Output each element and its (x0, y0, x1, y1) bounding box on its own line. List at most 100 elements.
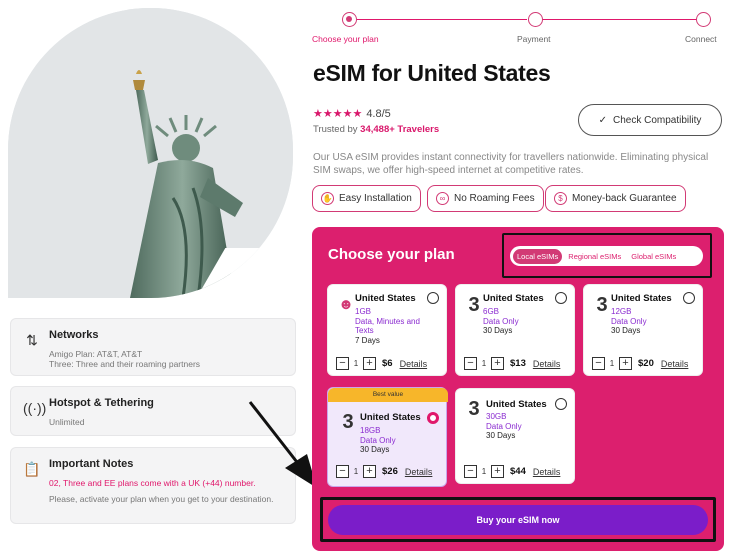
plan-days: 30 Days (483, 326, 513, 335)
rating-value: 4.8/5 (366, 107, 391, 120)
plan-days: 30 Days (611, 326, 641, 335)
details-link[interactable]: Details (661, 359, 689, 369)
checkout-stepper: Choose your plan Payment Connect (312, 10, 724, 50)
details-link[interactable]: Details (400, 359, 428, 369)
plan-features: 18GB Data Only 30 Days (360, 426, 396, 455)
quantity-stepper: − 1 + $26 Details (336, 465, 432, 478)
step-connect-dot[interactable] (696, 12, 711, 27)
plan-type: Data Only (486, 421, 522, 431)
hotspot-icon: ((·)) (23, 400, 47, 416)
quantity-value: 1 (481, 467, 487, 476)
check-compatibility-button[interactable]: ✓ Check Compatibility (578, 104, 722, 136)
step-payment-dot[interactable] (528, 12, 543, 27)
tab-regional-esims[interactable]: Regional eSIMs (564, 249, 625, 264)
decrement-button[interactable]: − (464, 465, 477, 478)
notes-line2: Please, activate your plan when you get … (49, 494, 274, 504)
quantity-stepper: − 1 + $13 Details (464, 357, 560, 370)
decrement-button[interactable]: − (336, 465, 349, 478)
buy-esim-button[interactable]: Buy your eSIM now (328, 505, 708, 535)
quantity-stepper: − 1 + $6 Details (336, 357, 427, 370)
trusted-count: 34,488+ Travelers (360, 124, 440, 135)
plan-type: Data Only (611, 316, 647, 326)
three-logo-icon: 3 (596, 294, 608, 316)
chip-money-back: $ Money-back Guarantee (545, 185, 686, 212)
plan-card-18gb[interactable]: Best value 3 United States 18GB Data Onl… (327, 387, 448, 487)
plan-card-12gb[interactable]: 3 United States 12GB Data Only 30 Days −… (583, 284, 703, 376)
plan-card-1gb[interactable]: ☻ United States 1GB Data, Minutes and Te… (327, 284, 447, 376)
plan-days: 30 Days (360, 445, 390, 454)
details-link[interactable]: Details (533, 359, 561, 369)
networks-line2: Three: Three and their roaming partners (49, 359, 201, 369)
plan-radio-selected[interactable] (427, 412, 439, 424)
tab-global-esims[interactable]: Global eSIMs (627, 249, 680, 264)
plan-radio[interactable] (427, 292, 439, 304)
details-link[interactable]: Details (405, 467, 433, 477)
best-value-badge: Best value (328, 388, 448, 402)
plan-features: 6GB Data Only 30 Days (483, 307, 519, 336)
money-icon: $ (554, 192, 567, 205)
description: Our USA eSIM provides instant connectivi… (313, 152, 709, 176)
quantity-stepper: − 1 + $44 Details (464, 465, 560, 478)
plan-country: United States (486, 399, 547, 410)
trusted-prefix: Trusted by (313, 124, 361, 135)
check-icon: ✓ (598, 114, 607, 126)
plan-price: $26 (382, 466, 398, 477)
plan-country: United States (355, 293, 416, 304)
trusted-by: Trusted by 34,488+ Travelers (313, 124, 439, 135)
three-logo-icon: 3 (468, 294, 480, 316)
step-connect-label: Connect (685, 34, 717, 44)
plan-country: United States (483, 293, 544, 304)
plan-radio[interactable] (683, 292, 695, 304)
plan-radio[interactable] (555, 292, 567, 304)
plan-panel: Choose your plan Local eSIMs Regional eS… (312, 227, 724, 551)
increment-button[interactable]: + (491, 465, 504, 478)
decrement-button[interactable]: − (336, 357, 349, 370)
plan-price: $13 (510, 358, 526, 369)
chip-no-roaming: ∞ No Roaming Fees (427, 185, 544, 212)
tab-local-esims[interactable]: Local eSIMs (513, 248, 563, 264)
buy-highlight-box: Buy your eSIM now (320, 497, 716, 542)
plan-country: United States (360, 412, 421, 423)
plan-card-30gb[interactable]: 3 United States 30GB Data Only 30 Days −… (455, 388, 575, 484)
step-plan-label: Choose your plan (312, 34, 379, 44)
decrement-button[interactable]: − (592, 357, 605, 370)
chip-label: Money-back Guarantee (572, 193, 677, 204)
increment-button[interactable]: + (363, 465, 376, 478)
quantity-value: 1 (609, 359, 615, 368)
esim-type-tabs: Local eSIMs Regional eSIMs Global eSIMs (510, 246, 703, 266)
plan-card-6gb[interactable]: 3 United States 6GB Data Only 30 Days − … (455, 284, 575, 376)
plan-data: 6GB (483, 307, 500, 316)
decrement-button[interactable]: − (464, 357, 477, 370)
increment-button[interactable]: + (363, 357, 376, 370)
plan-features: 30GB Data Only 30 Days (486, 412, 522, 441)
networks-title: Networks (49, 329, 99, 341)
check-compatibility-label: Check Compatibility (613, 114, 702, 126)
plan-type: Data Only (360, 435, 396, 445)
chip-label: No Roaming Fees (454, 193, 535, 204)
plan-days: 30 Days (486, 431, 516, 440)
plan-radio[interactable] (555, 398, 567, 410)
three-logo-icon: 3 (342, 411, 354, 433)
plan-features: 1GB Data, Minutes and Texts 7 Days (355, 307, 425, 345)
plan-data: 30GB (486, 412, 507, 421)
plan-country: United States (611, 293, 672, 304)
hand-icon: ✋ (321, 192, 334, 205)
step-plan-dot[interactable] (342, 12, 357, 27)
plan-price: $6 (382, 358, 393, 369)
plan-type: Data, Minutes and Texts (355, 316, 420, 336)
statue-of-liberty-image (8, 8, 293, 298)
quantity-value: 1 (353, 467, 359, 476)
plan-panel-title: Choose your plan (328, 246, 455, 263)
networks-line1: Amigo Plan: AT&T, AT&T (49, 349, 143, 359)
networks-card: ⇅ Networks Amigo Plan: AT&T, AT&T Three:… (10, 318, 296, 376)
chip-easy-installation: ✋ Easy Installation (312, 185, 421, 212)
details-link[interactable]: Details (533, 467, 561, 477)
increment-button[interactable]: + (619, 357, 632, 370)
rating-stars-icon: ★★★★★ (313, 108, 363, 120)
step-payment-label: Payment (517, 34, 551, 44)
swap-arrows-icon: ⇅ (26, 332, 38, 348)
handshake-icon: ∞ (436, 192, 449, 205)
increment-button[interactable]: + (491, 357, 504, 370)
tabs-highlight-box: Local eSIMs Regional eSIMs Global eSIMs (502, 233, 712, 278)
amigo-logo-icon: ☻ (338, 296, 354, 313)
